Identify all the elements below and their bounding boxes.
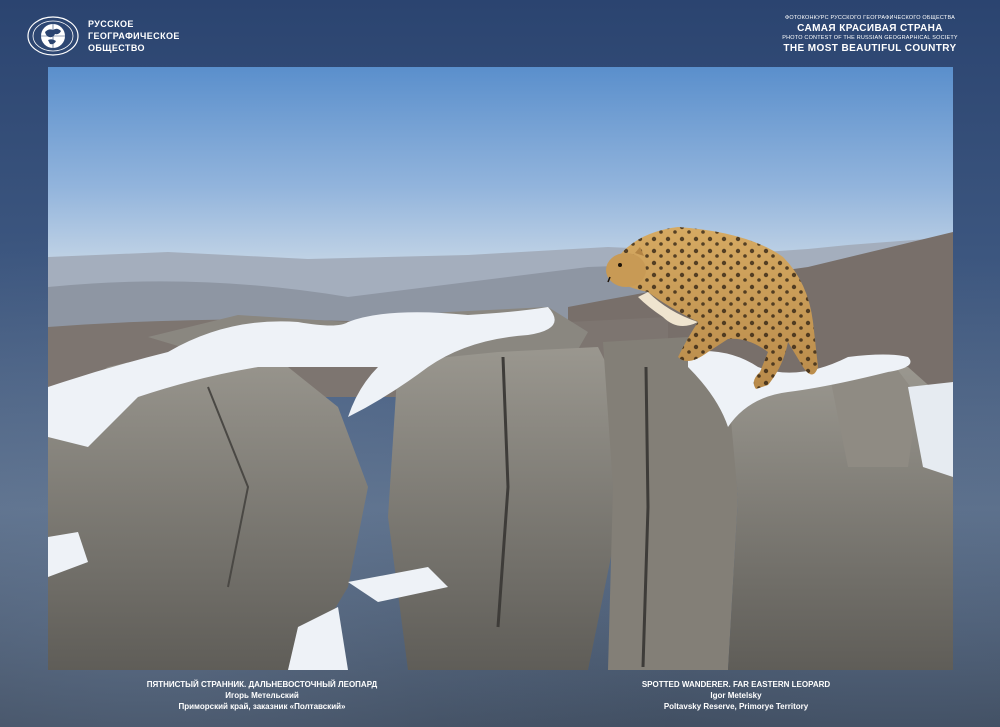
photo-title-en: SPOTTED WANDERER. FAR EASTERN LEOPARD [641,680,831,689]
org-name-line: ОБЩЕСТВО [88,43,145,53]
contest-ru-subtitle: ФОТОКОНКУРС РУССКОГО ГЕОГРАФИЧЕСКОГО ОБЩ… [784,15,956,21]
caption-english: SPOTTED WANDERER. FAR EASTERN LEOPARD Ig… [586,679,886,712]
org-name: РУССКОЕ ГЕОГРАФИЧЕСКОЕ ОБЩЕСТВО [88,18,180,54]
contest-en-subtitle: PHOTO CONTEST OF THE RUSSIAN GEOGRAPHICA… [782,35,958,41]
contest-en-title: THE MOST BEAUTIFUL COUNTRY [783,43,957,54]
caption-russian: ПЯТНИСТЫЙ СТРАННИК. ДАЛЬНЕВОСТОЧНЫЙ ЛЕОП… [112,679,412,712]
leopard-photo [48,67,953,670]
contest-ru-title: САМАЯ КРАСИВАЯ СТРАНА [797,23,943,34]
photo-author-ru: Игорь Метельский [225,691,299,700]
photo-author-en: Igor Metelsky [710,691,762,700]
org-name-line: ГЕОГРАФИЧЕСКОЕ [88,31,180,41]
contest-title-block: ФОТОКОНКУРС РУССКОГО ГЕОГРАФИЧЕСКОГО ОБЩ… [770,15,970,55]
photo-title-ru: ПЯТНИСТЫЙ СТРАННИК. ДАЛЬНЕВОСТОЧНЫЙ ЛЕОП… [146,680,378,689]
globe-emblem-icon [27,16,79,56]
sky [48,67,953,267]
photo-location-en: Poltavsky Reserve, Primorye Territory [663,702,809,711]
photo-location-ru: Приморский край, заказник «Полтавский» [178,702,346,711]
rgs-logo: РУССКОЕ ГЕОГРАФИЧЕСКОЕ ОБЩЕСТВО [26,15,180,57]
org-name-line: РУССКОЕ [88,19,134,29]
